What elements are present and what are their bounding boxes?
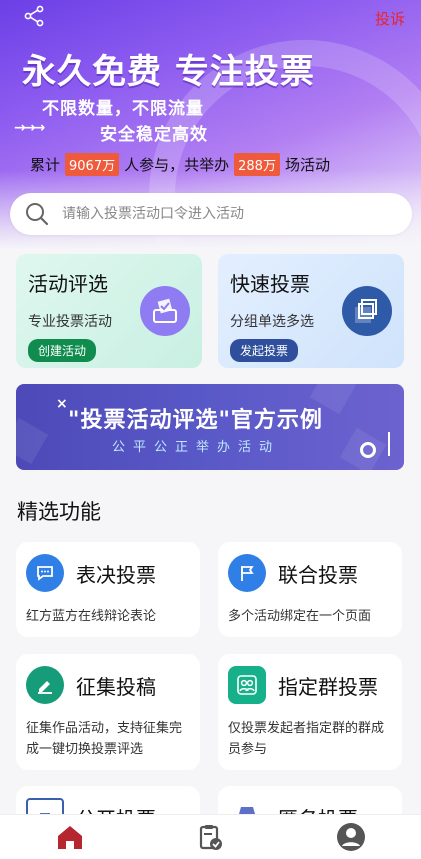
participants-count: 9067万: [65, 153, 120, 176]
stacked-pages-icon: [342, 286, 392, 336]
activities-count: 288万: [234, 153, 280, 176]
share-icon[interactable]: [22, 4, 46, 28]
chat-bubble-icon: [26, 554, 64, 592]
feature-name: 表决投票: [76, 562, 156, 587]
search-input[interactable]: [62, 206, 382, 222]
feature-name: 指定群投票: [278, 674, 378, 699]
nav-home[interactable]: [40, 817, 100, 857]
card-quick-vote[interactable]: 快速投票 分组单选多选 发起投票: [218, 254, 404, 368]
section-title: 精选功能: [17, 500, 101, 524]
stats-suffix: 场活动: [284, 156, 330, 174]
search-bar[interactable]: [10, 193, 412, 235]
nav-my-votes[interactable]: [180, 817, 240, 857]
feature-name: 联合投票: [278, 562, 358, 587]
feature-desc: 红方蓝方在线辩论表论: [26, 609, 157, 624]
start-vote-button[interactable]: 发起投票: [230, 339, 299, 362]
create-activity-button[interactable]: 创建活动: [28, 339, 97, 362]
official-example-banner[interactable]: × "投票活动评选"官方示例 公平公正举办活动: [16, 384, 404, 470]
pen-ribbon-icon: [26, 666, 64, 704]
hero-subtitle-2: 安全稳定高效: [100, 125, 208, 145]
clipboard-check-icon: [200, 825, 223, 850]
feature-decision-vote[interactable]: 表决投票 红方蓝方在线辩论表论: [16, 542, 200, 637]
sparkle-icon: ×: [56, 396, 68, 412]
bottom-nav: [0, 814, 421, 859]
banner-title: "投票活动评选"官方示例: [68, 408, 323, 433]
decor-hex: [16, 417, 49, 465]
hero-arrows: →→→: [14, 120, 45, 136]
nav-profile[interactable]: [321, 817, 381, 857]
stats-middle: 人参与，共举办: [124, 156, 230, 174]
hero-subtitle-1: 不限数量，不限流量: [42, 99, 204, 119]
stats-line: 累计 9067万 人参与，共举办 288万 场活动: [30, 153, 330, 176]
ballot-box-icon: [140, 286, 190, 336]
feature-desc: 多个活动绑定在一个页面: [228, 609, 372, 624]
feature-collect-submissions[interactable]: 征集投稿 征集作品活动，支持征集完成一键切换投票评选: [16, 654, 200, 770]
decor-ring-icon: [360, 442, 376, 458]
home-icon: [58, 826, 83, 849]
feature-desc: 仅投票发起者指定群的群成员参与: [228, 721, 385, 757]
stats-prefix: 累计: [30, 156, 61, 174]
complain-link[interactable]: 投诉: [375, 8, 405, 29]
feature-name: 征集投稿: [76, 674, 156, 699]
feature-joint-vote[interactable]: 联合投票 多个活动绑定在一个页面: [218, 542, 402, 637]
flag-icon: [228, 554, 266, 592]
banner-subtitle: 公平公正举办活动: [112, 440, 281, 455]
search-icon: [26, 203, 49, 226]
hero-title: 永久免费 专注投票: [22, 52, 315, 92]
user-icon: [336, 823, 365, 851]
card-activity-selection[interactable]: 活动评选 专业投票活动 创建活动: [16, 254, 202, 368]
feature-desc: 征集作品活动，支持征集完成一键切换投票评选: [26, 721, 183, 757]
feature-group-vote[interactable]: 指定群投票 仅投票发起者指定群的群成员参与: [218, 654, 402, 770]
decor-line: [388, 432, 390, 456]
group-people-icon: [228, 666, 266, 704]
